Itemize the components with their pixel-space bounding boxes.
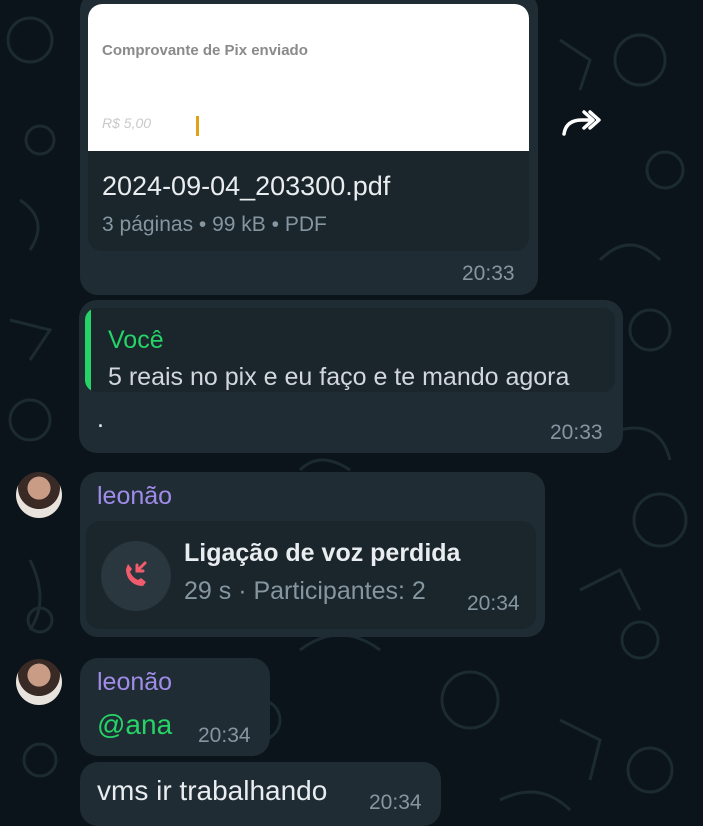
sender-name[interactable]: leonão xyxy=(97,482,172,511)
text-message-bubble[interactable]: vms ir trabalhando 20:34 xyxy=(80,762,441,826)
quoted-author: Você xyxy=(108,326,164,354)
call-title: Ligação de voz perdida xyxy=(184,539,461,567)
missed-call-icon-circle xyxy=(101,541,171,611)
pdf-meta: 3 páginas • 99 kB • PDF xyxy=(102,213,327,236)
message-text: . xyxy=(97,405,104,433)
quoted-message[interactable]: Você 5 reais no pix e eu faço e te mando… xyxy=(85,308,615,392)
call-message-bubble[interactable]: leonão Ligação de voz perdida 29 s · Par… xyxy=(80,472,545,637)
reply-message-bubble[interactable]: Você 5 reais no pix e eu faço e te mando… xyxy=(79,300,623,453)
pdf-preview-title: Comprovante de Pix enviado xyxy=(102,42,308,59)
message-time: 20:34 xyxy=(369,791,422,814)
pdf-preview-snippet: R$ 5,00 xyxy=(102,115,152,131)
message-time: 20:34 xyxy=(198,724,251,747)
sender-name[interactable]: leonão xyxy=(97,668,172,697)
message-time: 20:33 xyxy=(550,421,603,444)
message-text: vms ir trabalhando xyxy=(97,775,328,806)
forward-button[interactable] xyxy=(556,102,602,148)
message-time: 20:34 xyxy=(467,592,520,615)
forward-icon xyxy=(562,110,601,136)
call-detail: 29 s · Participantes: 2 xyxy=(184,577,426,605)
missed-call-icon xyxy=(126,561,147,586)
pdf-preview-cursor xyxy=(196,116,199,136)
missed-call-card[interactable]: Ligação de voz perdida 29 s · Participan… xyxy=(86,521,536,629)
message-time: 20:33 xyxy=(462,262,515,285)
pdf-message-bubble[interactable]: Comprovante de Pix enviado R$ 5,00 2024-… xyxy=(80,0,538,295)
avatar[interactable] xyxy=(16,659,62,705)
avatar[interactable] xyxy=(16,472,62,518)
quoted-text: 5 reais no pix e eu faço e te mando agor… xyxy=(108,363,570,391)
pdf-filename: 2024-09-04_203300.pdf xyxy=(102,171,391,201)
mention-message-bubble[interactable]: leonão @ana 20:34 xyxy=(80,658,270,756)
pdf-preview[interactable]: Comprovante de Pix enviado R$ 5,00 xyxy=(88,4,529,151)
mention-link[interactable]: @ana xyxy=(97,709,172,741)
pdf-card[interactable]: Comprovante de Pix enviado R$ 5,00 2024-… xyxy=(88,4,529,251)
quote-accent-bar xyxy=(85,308,91,392)
